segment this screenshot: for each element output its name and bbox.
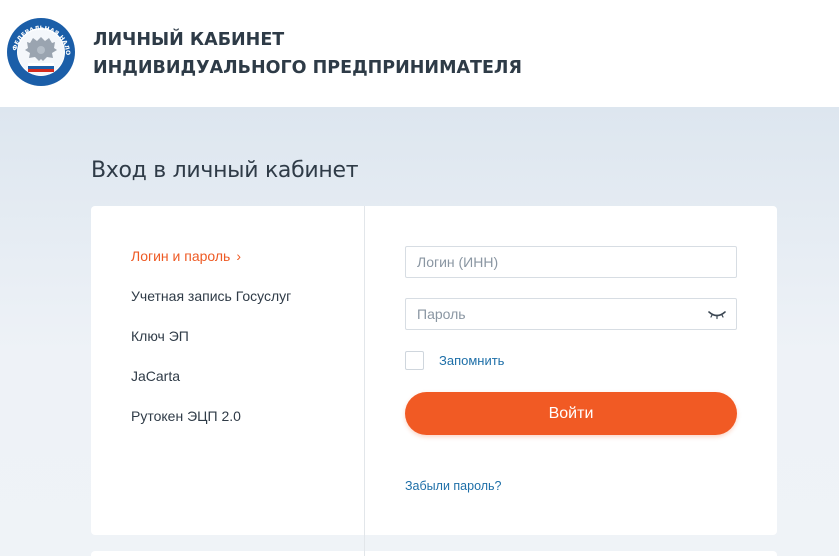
login-input[interactable]	[405, 246, 737, 278]
page-title: Вход в личный кабинет	[91, 158, 359, 183]
method-label: Учетная запись Госуслуг	[131, 288, 292, 304]
method-label: JaCarta	[131, 368, 181, 384]
eye-closed-icon[interactable]	[706, 308, 728, 320]
fns-emblem-icon[interactable]: ФЕДЕРАЛЬНАЯ НАЛОГОВАЯ СЛУЖБА	[6, 17, 76, 87]
method-label: Ключ ЭП	[131, 328, 189, 344]
method-jacarta[interactable]: JaCarta	[131, 368, 180, 384]
method-ep-key[interactable]: Ключ ЭП	[131, 328, 189, 344]
chevron-right-icon: ›	[236, 248, 241, 264]
secondary-card	[91, 551, 777, 556]
method-rutoken[interactable]: Рутокен ЭЦП 2.0	[131, 408, 241, 424]
header-title: ЛИЧНЫЙ КАБИНЕТ ИНДИВИДУАЛЬНОГО ПРЕДПРИНИ…	[93, 26, 522, 82]
method-label: Рутокен ЭЦП 2.0	[131, 408, 241, 424]
method-gosuslugi[interactable]: Учетная запись Госуслуг	[131, 288, 291, 304]
remember-label[interactable]: Запомнить	[439, 353, 504, 368]
header-title-line1: ЛИЧНЫЙ КАБИНЕТ	[93, 30, 285, 50]
remember-checkbox[interactable]	[405, 351, 424, 370]
header-title-line2: ИНДИВИДУАЛЬНОГО ПРЕДПРИНИМАТЕЛЯ	[93, 58, 522, 78]
login-button[interactable]: Войти	[405, 392, 737, 435]
password-input[interactable]	[405, 298, 737, 330]
forgot-password-link[interactable]: Забыли пароль?	[405, 479, 502, 493]
method-login-password[interactable]: Логин и пароль ›	[131, 248, 241, 264]
method-label: Логин и пароль	[131, 248, 231, 264]
header: ФЕДЕРАЛЬНАЯ НАЛОГОВАЯ СЛУЖБА ЛИЧНЫЙ КАБИ…	[0, 0, 839, 107]
card-divider	[364, 206, 365, 556]
